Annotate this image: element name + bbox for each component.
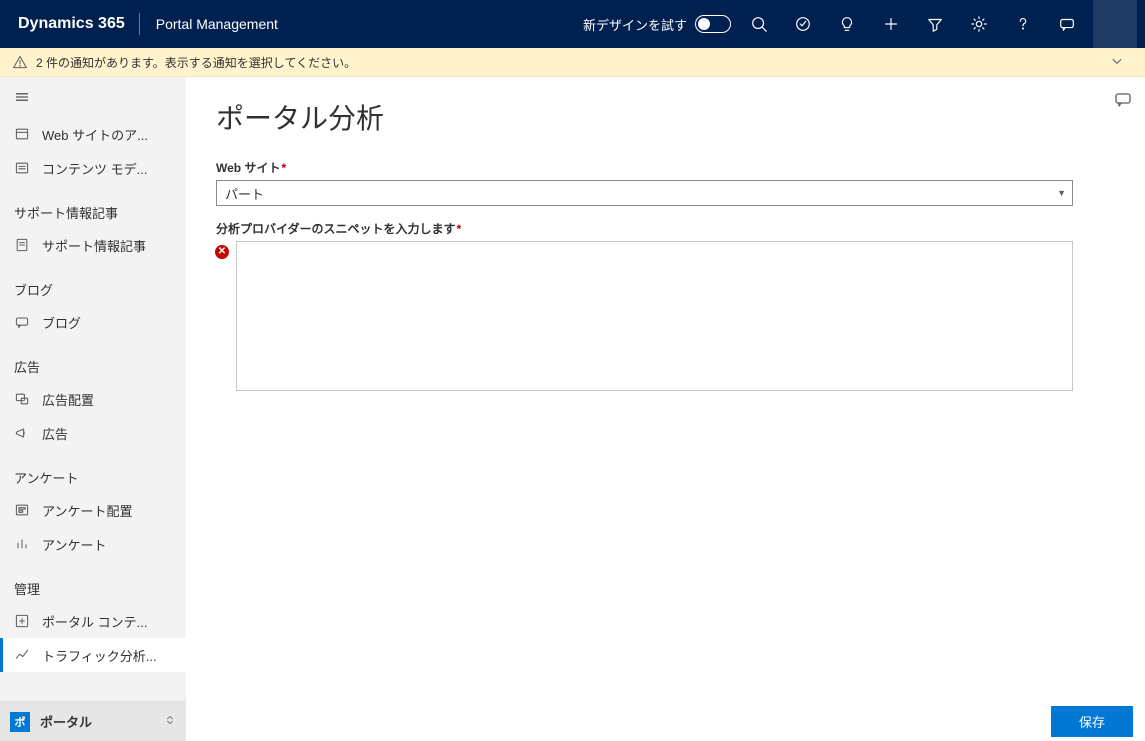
assistant-icon[interactable]	[1045, 0, 1089, 48]
nav-item-ads[interactable]: 広告	[0, 416, 186, 450]
website-field-row: Web サイト* パート ▼	[216, 159, 1073, 206]
assistant-pane-button[interactable]	[1113, 89, 1133, 109]
header-divider	[139, 13, 140, 35]
nav-item-label: コンテンツ モデ...	[42, 159, 176, 178]
website-label: Web サイト*	[216, 159, 1073, 176]
nav-item-content-model[interactable]: コンテンツ モデ...	[0, 151, 186, 185]
user-avatar[interactable]	[1093, 0, 1137, 48]
website-label-text: Web サイト	[216, 161, 280, 175]
nav-item-label: トラフィック分析...	[42, 646, 176, 665]
nav-group-blog: ブログ	[0, 262, 186, 305]
content-icon	[14, 160, 30, 176]
save-button[interactable]: 保存	[1051, 706, 1133, 737]
lightbulb-icon[interactable]	[825, 0, 869, 48]
nav-item-portal-content[interactable]: ポータル コンテ...	[0, 604, 186, 638]
notification-text: 2 件の通知があります。表示する通知を選択してください。	[36, 54, 356, 71]
nav-item-label: 広告配置	[42, 390, 176, 409]
notification-bar[interactable]: 2 件の通知があります。表示する通知を選択してください。	[0, 48, 1145, 77]
nav-scroll[interactable]: Web サイトのア... コンテンツ モデ... サポート情報記事 サポート情報…	[0, 117, 186, 701]
toggle-icon	[695, 15, 731, 33]
app-header: Dynamics 365 Portal Management 新デザインを試す	[0, 0, 1145, 48]
nav-item-traffic-analysis[interactable]: トラフィック分析...	[0, 638, 186, 672]
required-marker: *	[457, 222, 462, 236]
area-tile: ポ	[10, 712, 30, 732]
nav-item-ad-placements[interactable]: 広告配置	[0, 382, 186, 416]
nav-group-ads: 広告	[0, 339, 186, 382]
updown-icon	[164, 713, 176, 730]
nav-item-label: アンケート配置	[42, 501, 176, 520]
snippet-textarea[interactable]	[236, 241, 1073, 391]
caret-down-icon: ▼	[1057, 188, 1066, 198]
snippet-label-text: 分析プロバイダーのスニペットを入力します	[216, 222, 456, 236]
nav-item-label: Web サイトのア...	[42, 125, 176, 144]
settings-icon[interactable]	[957, 0, 1001, 48]
nav-group-polls: アンケート	[0, 450, 186, 493]
sidebar-collapse-button[interactable]	[0, 77, 186, 117]
nav-item-polls[interactable]: アンケート	[0, 527, 186, 561]
form-footer: 保存	[186, 701, 1145, 741]
snippet-field-row: 分析プロバイダーのスニペットを入力します* ✕	[216, 220, 1073, 391]
search-icon[interactable]	[737, 0, 781, 48]
analytics-icon	[14, 647, 30, 663]
poll-placement-icon	[14, 502, 30, 518]
snippet-label: 分析プロバイダーのスニペットを入力します*	[216, 220, 1073, 237]
header-actions	[737, 0, 1137, 48]
required-marker: *	[281, 161, 286, 175]
sidebar: Web サイトのア... コンテンツ モデ... サポート情報記事 サポート情報…	[0, 77, 186, 741]
hamburger-icon	[14, 89, 30, 105]
website-icon	[14, 126, 30, 142]
warning-icon	[12, 54, 28, 70]
task-icon[interactable]	[781, 0, 825, 48]
help-icon[interactable]	[1001, 0, 1045, 48]
add-icon[interactable]	[869, 0, 913, 48]
nav-item-label: サポート情報記事	[42, 236, 176, 255]
nav-item-blog[interactable]: ブログ	[0, 305, 186, 339]
plus-box-icon	[14, 613, 30, 629]
megaphone-icon	[14, 425, 30, 441]
brand[interactable]: Dynamics 365	[18, 15, 139, 33]
chevron-down-icon[interactable]	[1109, 53, 1133, 72]
nav-item-label: ポータル コンテ...	[42, 612, 176, 631]
website-select[interactable]: パート ▼	[216, 180, 1073, 206]
nav-item-label: ブログ	[42, 313, 176, 332]
try-new-design-toggle[interactable]: 新デザインを試す	[583, 15, 731, 34]
nav-item-poll-placements[interactable]: アンケート配置	[0, 493, 186, 527]
blog-icon	[14, 314, 30, 330]
nav-item-website-actions[interactable]: Web サイトのア...	[0, 117, 186, 151]
nav-group-admin: 管理	[0, 561, 186, 604]
page-title: ポータル分析	[216, 97, 1073, 137]
error-icon: ✕	[214, 244, 230, 260]
website-select-value: パート	[225, 184, 264, 203]
ad-placement-icon	[14, 391, 30, 407]
main-content: ポータル分析 Web サイト* パート ▼ 分析プロバイダーのスニペットを入力し…	[186, 77, 1145, 741]
nav-item-label: 広告	[42, 424, 176, 443]
poll-icon	[14, 536, 30, 552]
filter-icon[interactable]	[913, 0, 957, 48]
app-name[interactable]: Portal Management	[156, 16, 278, 32]
nav-item-knowledge-articles[interactable]: サポート情報記事	[0, 228, 186, 262]
nav-item-label: アンケート	[42, 535, 176, 554]
try-new-design-label: 新デザインを試す	[583, 15, 687, 34]
article-icon	[14, 237, 30, 253]
nav-group-knowledge: サポート情報記事	[0, 185, 186, 228]
area-switcher[interactable]: ポ ポータル	[0, 701, 186, 741]
area-label: ポータル	[40, 712, 164, 731]
